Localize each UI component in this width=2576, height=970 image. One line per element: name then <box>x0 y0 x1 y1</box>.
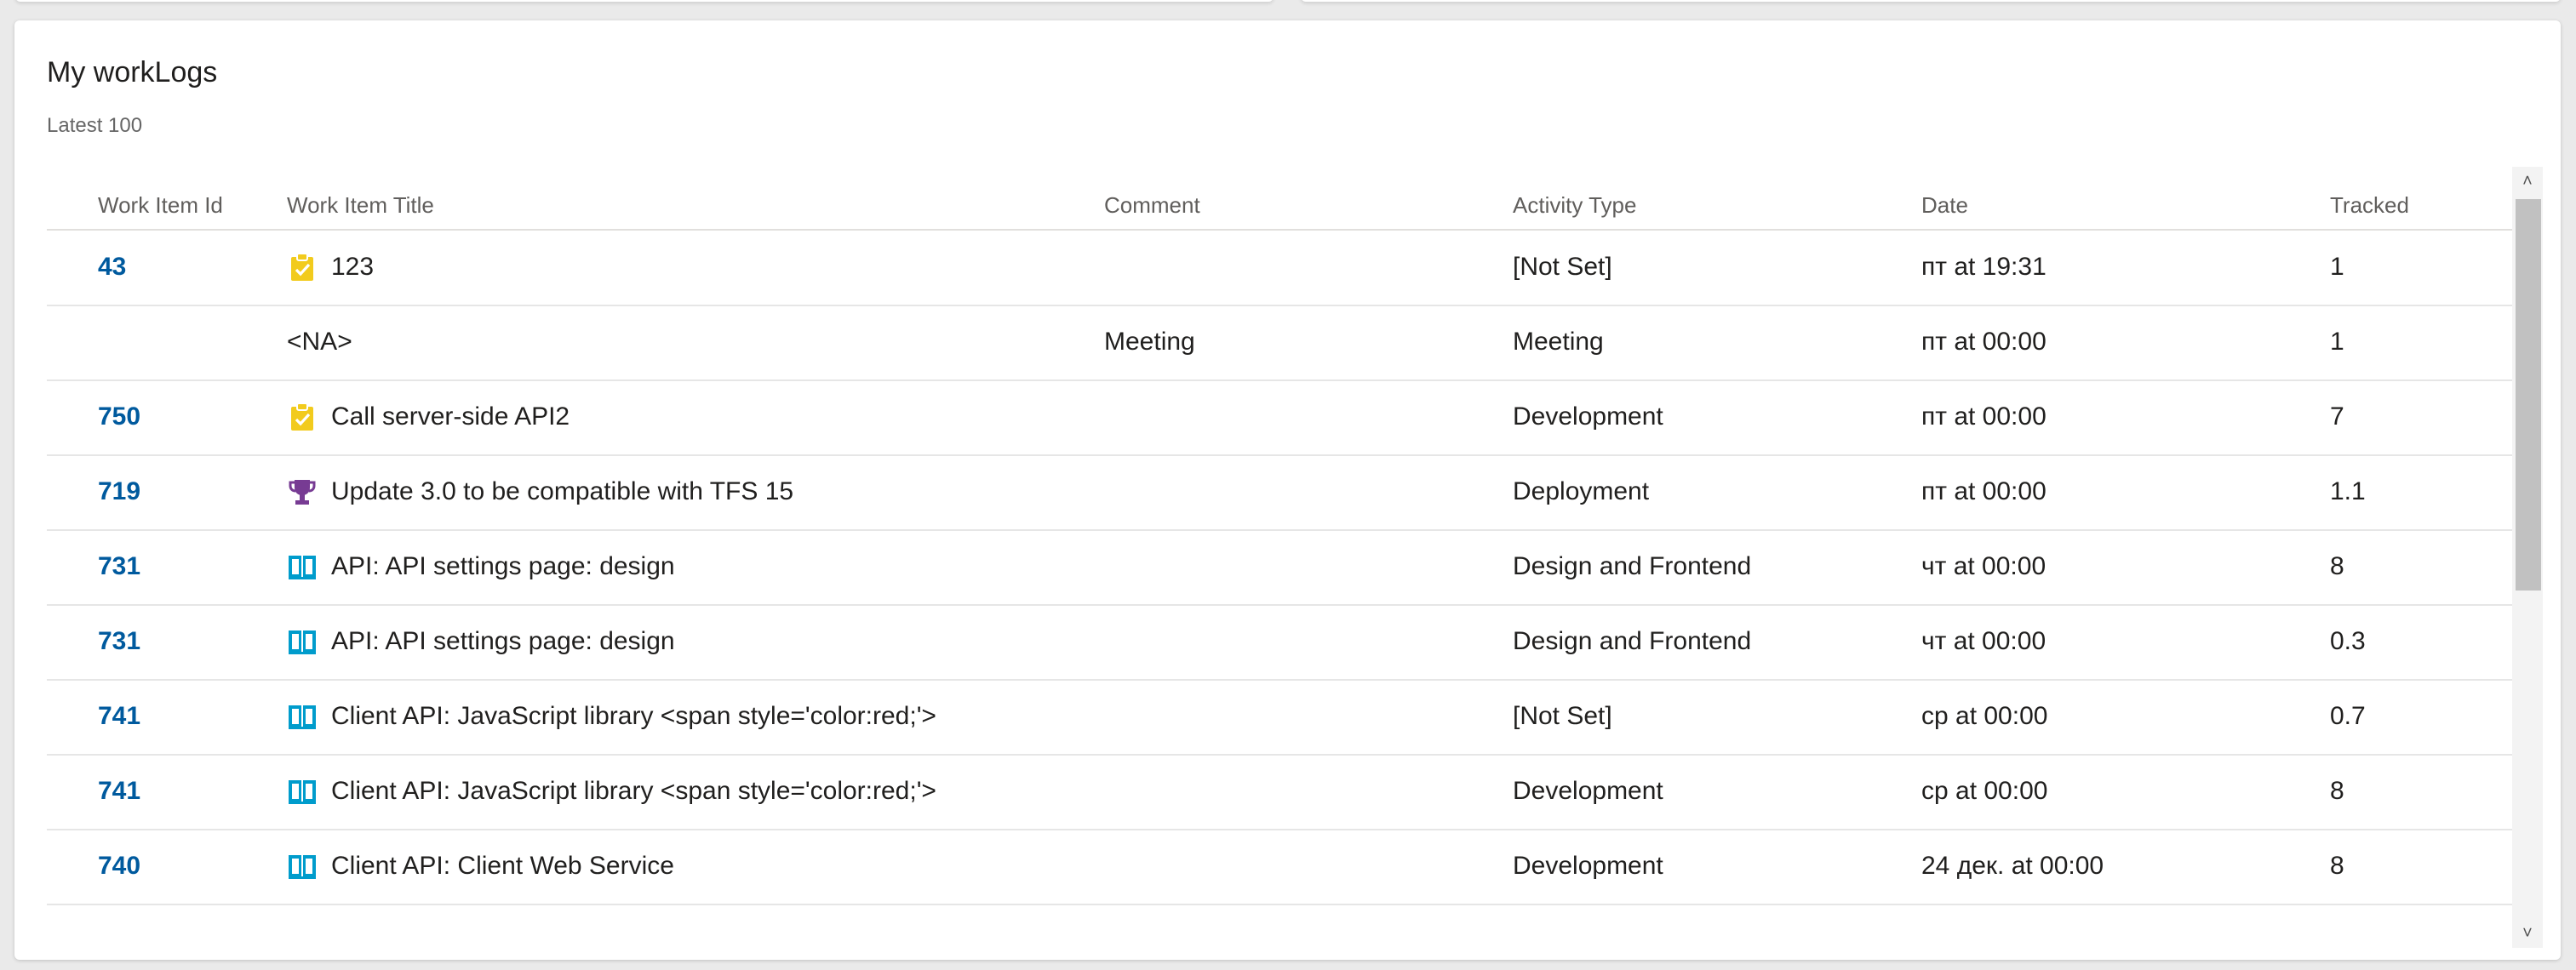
column-header-work-item-id[interactable]: Work Item Id <box>98 192 223 219</box>
table-row[interactable]: 731 API: API settings page: design Design … <box>47 529 2512 606</box>
task-icon <box>287 402 318 432</box>
work-item-title[interactable]: API: API settings page: design <box>331 604 675 679</box>
work-item-id-link[interactable]: 741 <box>98 754 140 829</box>
column-header-comment[interactable]: Comment <box>1104 192 1200 219</box>
work-item-title-cell: Client API: JavaScript library <span sty… <box>287 754 936 829</box>
tracked-cell: 8 <box>2330 852 2344 880</box>
trophy-icon <box>287 476 318 507</box>
work-item-title[interactable]: API: API settings page: design <box>331 529 675 604</box>
comment-cell: Meeting <box>1104 328 1195 356</box>
tracked-cell: 8 <box>2330 552 2344 580</box>
work-item-id-link[interactable]: 731 <box>98 604 140 679</box>
tracked-cell: 7 <box>2330 402 2344 431</box>
work-item-title-cell: Update 3.0 to be compatible with TFS 15 <box>287 454 793 529</box>
table-row[interactable]: 719 Update 3.0 to be compatible with TFS … <box>47 454 2512 531</box>
activity-type-cell: Development <box>1513 852 1663 880</box>
work-item-id-link[interactable]: 731 <box>98 529 140 604</box>
tracked-cell: 1 <box>2330 328 2344 356</box>
activity-type-cell: Deployment <box>1513 477 1650 505</box>
work-item-title-cell: Client API: JavaScript library <span sty… <box>287 679 936 754</box>
activity-type-cell: Design and Frontend <box>1513 552 1752 580</box>
table-row[interactable]: 741 Client API: JavaScript library <span … <box>47 679 2512 756</box>
date-cell: пт at 00:00 <box>1921 477 2046 505</box>
worklogs-table: Work Item Id Work Item Title Comment Act… <box>47 148 2512 939</box>
task-icon <box>287 252 318 282</box>
activity-type-cell: Development <box>1513 402 1663 431</box>
activity-type-cell: [Not Set] <box>1513 702 1612 730</box>
scroll-up-arrow-icon[interactable]: ˄ <box>2512 167 2543 196</box>
work-item-id-link[interactable]: 719 <box>98 454 140 529</box>
previous-widget-edge-right <box>1301 0 2561 2</box>
work-item-title: <NA> <box>287 328 352 356</box>
date-cell: чт at 00:00 <box>1921 627 2046 655</box>
table-header: Work Item Id Work Item Title Comment Act… <box>47 148 2512 231</box>
date-cell: пт at 00:00 <box>1921 402 2046 431</box>
vertical-scrollbar[interactable]: ˄ ˅ <box>2512 167 2543 948</box>
table-row[interactable]: 731 API: API settings page: design Design … <box>47 604 2512 681</box>
widget-title: My workLogs <box>47 56 218 88</box>
work-item-title-cell: 123 <box>287 230 374 305</box>
work-item-title-cell: API: API settings page: design <box>287 604 675 679</box>
tracked-cell: 0.7 <box>2330 702 2366 730</box>
date-cell: 24 дек. at 00:00 <box>1921 852 2104 880</box>
table-row[interactable]: 741 Client API: JavaScript library <span … <box>47 754 2512 830</box>
work-item-id-link[interactable]: 750 <box>98 379 140 454</box>
worklogs-widget: My workLogs Latest 100 Work Item Id Work… <box>14 20 2561 960</box>
date-cell: пт at 19:31 <box>1921 253 2046 281</box>
work-item-title[interactable]: 123 <box>331 230 374 305</box>
work-item-title[interactable]: Client API: JavaScript library <span sty… <box>331 754 936 829</box>
book-icon <box>287 626 318 657</box>
book-icon <box>287 551 318 582</box>
work-item-title-cell: <NA> <box>287 305 352 379</box>
work-item-title-cell: Call server-side API2 <box>287 379 570 454</box>
column-header-activity-type[interactable]: Activity Type <box>1513 192 1636 219</box>
previous-widget-edge-left <box>15 0 1274 2</box>
column-header-date[interactable]: Date <box>1921 192 1968 219</box>
date-cell: пт at 00:00 <box>1921 328 2046 356</box>
activity-type-cell: Design and Frontend <box>1513 627 1752 655</box>
work-item-title[interactable]: Call server-side API2 <box>331 379 570 454</box>
table-row[interactable]: <NA> Meeting Meeting пт at 00:00 1 <box>47 305 2512 381</box>
work-item-id-link[interactable]: 740 <box>98 829 140 904</box>
work-item-title[interactable]: Update 3.0 to be compatible with TFS 15 <box>331 454 793 529</box>
table-row[interactable]: 750 Call server-side API2 Development пт at… <box>47 379 2512 456</box>
scroll-down-arrow-icon[interactable]: ˅ <box>2512 919 2543 948</box>
book-icon <box>287 851 318 882</box>
work-item-id-link[interactable]: 43 <box>98 230 126 305</box>
work-item-title[interactable]: Client API: Client Web Service <box>331 829 674 904</box>
column-header-work-item-title[interactable]: Work Item Title <box>287 192 434 219</box>
tracked-cell: 1 <box>2330 253 2344 281</box>
scrollbar-thumb[interactable] <box>2516 199 2541 591</box>
date-cell: ср at 00:00 <box>1921 777 2048 805</box>
table-row[interactable]: 43 123 [Not Set] пт at 19:31 1 <box>47 230 2512 306</box>
activity-type-cell: Development <box>1513 777 1663 805</box>
work-item-title-cell: API: API settings page: design <box>287 529 675 604</box>
widget-subtitle: Latest 100 <box>47 114 143 137</box>
tracked-cell: 8 <box>2330 777 2344 805</box>
activity-type-cell: Meeting <box>1513 328 1604 356</box>
work-item-id-link[interactable]: 741 <box>98 679 140 754</box>
date-cell: ср at 00:00 <box>1921 702 2048 730</box>
tracked-cell: 0.3 <box>2330 627 2366 655</box>
activity-type-cell: [Not Set] <box>1513 253 1612 281</box>
tracked-cell: 1.1 <box>2330 477 2366 505</box>
work-item-title-cell: Client API: Client Web Service <box>287 829 674 904</box>
book-icon <box>287 701 318 732</box>
book-icon <box>287 776 318 807</box>
work-item-title[interactable]: Client API: JavaScript library <span sty… <box>331 679 936 754</box>
date-cell: чт at 00:00 <box>1921 552 2046 580</box>
table-row[interactable]: 740 Client API: Client Web Service Develop… <box>47 829 2512 905</box>
column-header-tracked[interactable]: Tracked <box>2330 192 2409 219</box>
